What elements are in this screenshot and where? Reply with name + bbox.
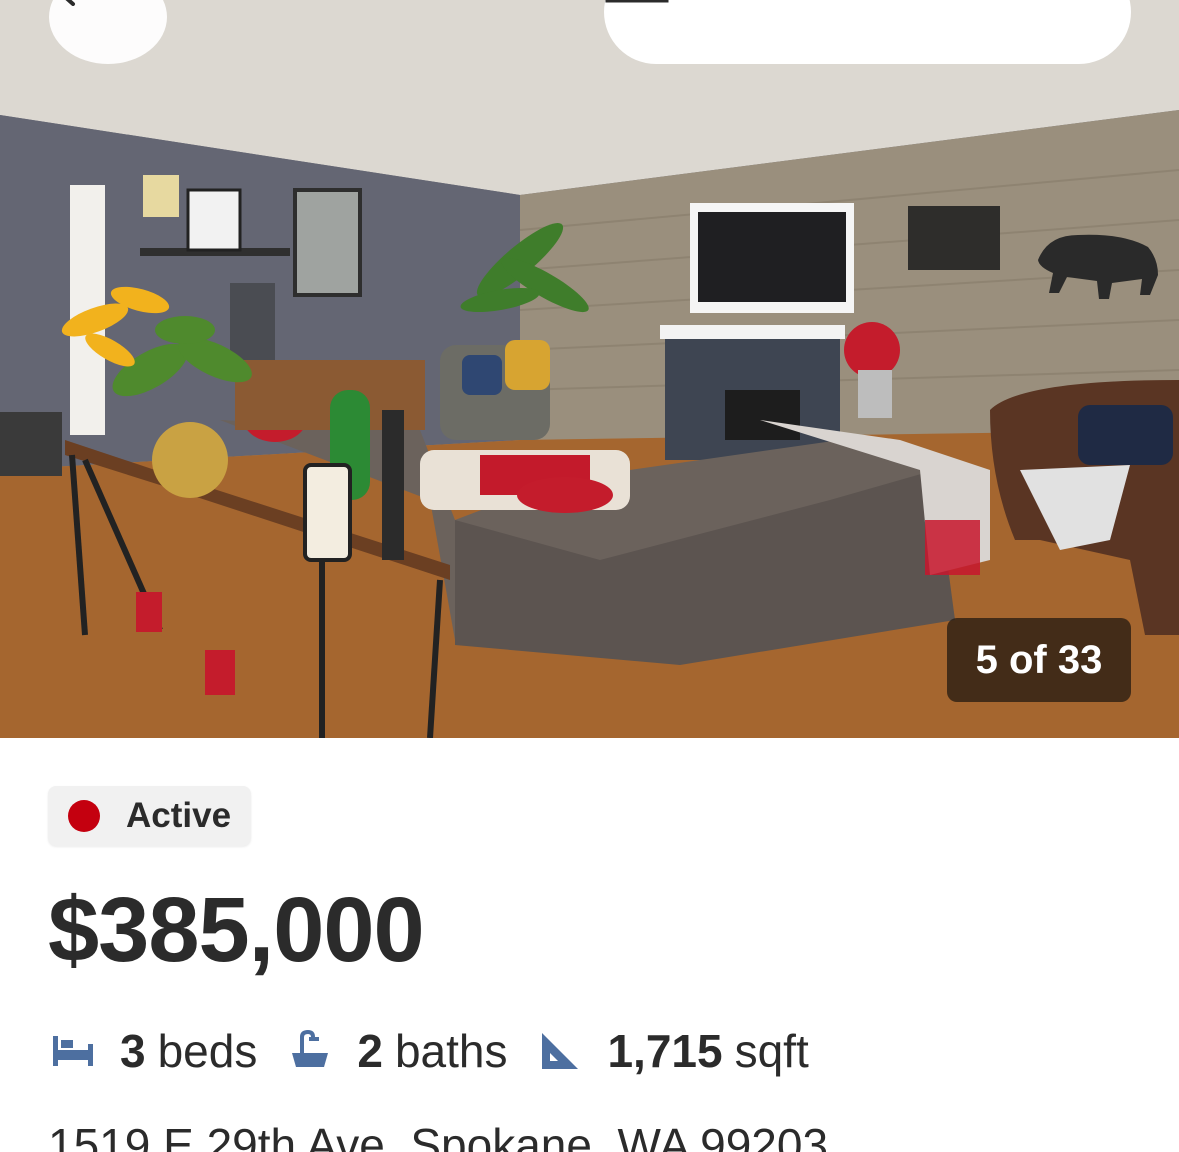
- listing-price: $385,000: [48, 879, 425, 981]
- baths-stat: 2 baths: [287, 1024, 507, 1078]
- beds-stat: 3 beds: [50, 1024, 257, 1078]
- beds-value: 3: [120, 1025, 146, 1077]
- sqft-label: sqft: [734, 1025, 809, 1077]
- photo-action-bar: [604, 0, 1131, 64]
- listing-address[interactable]: 1519 E 29th Ave, Spokane, WA 99203: [48, 1118, 828, 1152]
- sqft-value: 1,715: [607, 1025, 723, 1077]
- baths-value: 2: [357, 1025, 383, 1077]
- bathtub-icon: [287, 1028, 333, 1074]
- status-text: Active: [126, 796, 232, 835]
- heart-icon[interactable]: [664, 0, 736, 38]
- listing-stats: 3 beds 2 baths 1,715 sqft: [50, 1020, 839, 1082]
- ruler-triangle-icon: [537, 1028, 583, 1074]
- share-icon[interactable]: [605, 0, 848, 38]
- more-dots-icon[interactable]: [999, 0, 1071, 38]
- listing-photo[interactable]: 5 of 33: [0, 0, 1179, 738]
- photo-counter[interactable]: 5 of 33: [947, 618, 1131, 702]
- baths-label: baths: [394, 1025, 508, 1077]
- status-dot: [68, 800, 100, 832]
- beds-label: beds: [157, 1025, 258, 1077]
- bed-icon: [50, 1028, 96, 1074]
- not-interested-icon[interactable]: [887, 0, 959, 38]
- status-badge: Active: [48, 786, 252, 846]
- sqft-stat: 1,715 sqft: [537, 1024, 809, 1078]
